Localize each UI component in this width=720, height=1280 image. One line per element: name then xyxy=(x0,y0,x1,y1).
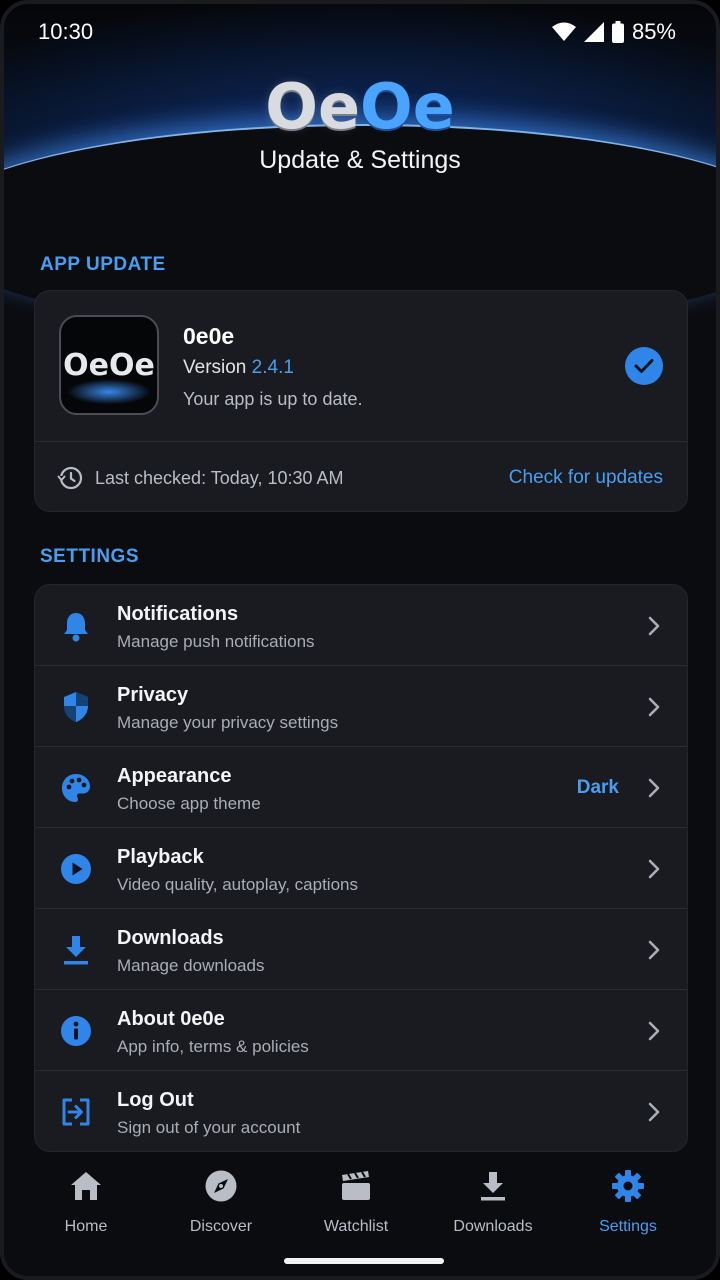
tab-label: Home xyxy=(64,1218,108,1235)
app-version: Version 2.4.1 xyxy=(183,357,294,379)
check-for-updates-button[interactable]: Check for updates xyxy=(509,467,663,489)
home-icon xyxy=(26,1168,146,1204)
battery-icon xyxy=(611,21,624,43)
app-icon: OeOe xyxy=(59,315,159,415)
gear-icon xyxy=(568,1168,688,1204)
settings-item-title: Log Out xyxy=(117,1089,194,1111)
logo-left: Oe xyxy=(265,70,360,143)
update-status: Your app is up to date. xyxy=(183,389,363,409)
page-title: Update & Settings xyxy=(259,146,461,174)
last-checked: Last checked: Today, 10:30 AM xyxy=(57,465,344,491)
chevron-right-icon xyxy=(648,778,660,798)
tab-label: Settings xyxy=(599,1218,657,1235)
wifi-icon xyxy=(551,22,576,41)
tab-downloads[interactable]: Downloads xyxy=(433,1168,553,1236)
settings-item-subtitle: Video quality, autoplay, captions xyxy=(117,875,358,894)
settings-item-subtitle: Manage your privacy settings xyxy=(117,713,339,732)
history-icon xyxy=(57,466,83,490)
app-name: 0e0e xyxy=(183,323,235,349)
shield-icon xyxy=(59,690,93,724)
settings-item-title: Privacy xyxy=(117,684,189,706)
app-update-heading: APP UPDATE xyxy=(40,254,166,275)
settings-item-subtitle: Sign out of your account xyxy=(117,1118,301,1137)
tab-settings[interactable]: Settings xyxy=(568,1168,688,1236)
tab-label: Watchlist xyxy=(323,1218,389,1235)
settings-item-title: About 0e0e xyxy=(117,1008,225,1030)
logout-icon xyxy=(59,1095,93,1129)
chevron-right-icon xyxy=(648,1021,660,1041)
settings-item-playback[interactable]: Playback Video quality, autoplay, captio… xyxy=(35,828,687,909)
chevron-right-icon xyxy=(648,1102,660,1122)
clapperboard-icon xyxy=(296,1168,416,1204)
version-number: 2.4.1 xyxy=(251,357,294,378)
palette-icon xyxy=(59,771,93,805)
settings-item-subtitle: Manage push notifications xyxy=(117,632,315,651)
settings-item-subtitle: Choose app theme xyxy=(117,794,261,813)
status-time: 10:30 xyxy=(38,19,94,44)
settings-item-logout[interactable]: Log Out Sign out of your account xyxy=(35,1071,687,1152)
last-checked-text: Last checked: Today, 10:30 AM xyxy=(95,467,344,488)
chevron-right-icon xyxy=(648,616,660,636)
logo-right: Oe xyxy=(360,70,455,143)
download-icon xyxy=(433,1168,553,1204)
settings-item-about[interactable]: About 0e0e App info, terms & policies xyxy=(35,990,687,1071)
settings-card: Notifications Manage push notifications … xyxy=(34,584,688,1152)
settings-item-title: Appearance xyxy=(117,765,232,787)
download-icon xyxy=(59,933,93,967)
compass-icon xyxy=(161,1168,281,1204)
status-bar: 10:30 85% xyxy=(4,4,716,60)
tab-home[interactable]: Home xyxy=(26,1168,146,1236)
settings-item-privacy[interactable]: Privacy Manage your privacy settings xyxy=(35,666,687,747)
home-indicator[interactable] xyxy=(284,1258,444,1264)
settings-item-subtitle: App info, terms & policies xyxy=(117,1037,309,1056)
chevron-right-icon xyxy=(648,697,660,717)
bell-icon xyxy=(59,609,93,643)
brand-logo: OeOe xyxy=(4,70,716,143)
checkmark-icon xyxy=(625,347,663,385)
tab-label: Discover xyxy=(189,1218,253,1235)
card-divider xyxy=(35,441,687,442)
settings-heading: SETTINGS xyxy=(40,546,140,567)
chevron-right-icon xyxy=(648,859,660,879)
theme-value: Dark xyxy=(576,777,619,798)
settings-item-subtitle: Manage downloads xyxy=(117,956,265,975)
app-screen: 10:30 85% OeOe Update & Settings APP UPD… xyxy=(0,0,720,1280)
app-update-card: OeOe 0e0e Version 2.4.1 Your app is up t… xyxy=(34,290,688,512)
tab-watchlist[interactable]: Watchlist xyxy=(296,1168,416,1236)
settings-item-title: Downloads xyxy=(117,927,224,949)
settings-item-downloads[interactable]: Downloads Manage downloads xyxy=(35,909,687,990)
settings-item-appearance[interactable]: Appearance Choose app theme Dark xyxy=(35,747,687,828)
battery-percent: 85% xyxy=(631,19,676,44)
settings-item-title: Notifications xyxy=(117,603,239,625)
info-icon xyxy=(59,1014,93,1048)
settings-item-notifications[interactable]: Notifications Manage push notifications xyxy=(35,585,687,666)
settings-item-title: Playback xyxy=(117,846,204,868)
chevron-right-icon xyxy=(648,940,660,960)
status-icons: 85% xyxy=(551,19,676,45)
play-circle-icon xyxy=(59,852,93,886)
version-label: Version xyxy=(183,357,247,378)
tab-discover[interactable]: Discover xyxy=(161,1168,281,1236)
signal-icon xyxy=(583,22,604,42)
tab-label: Downloads xyxy=(453,1218,533,1235)
